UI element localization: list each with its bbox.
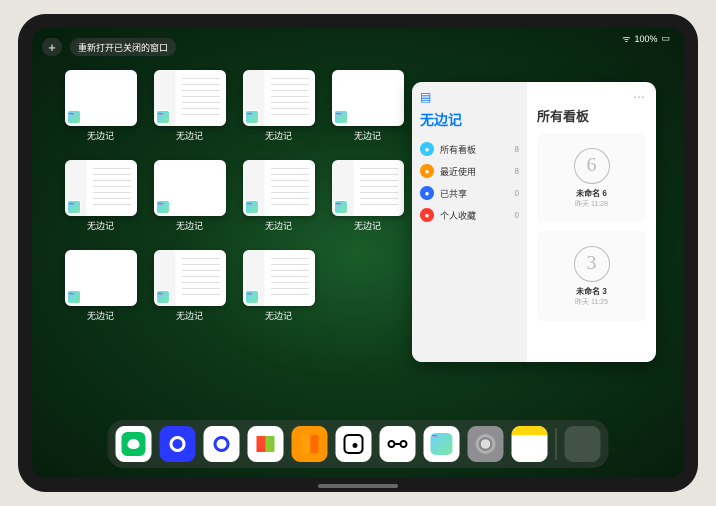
board-date: 昨天 11:28: [575, 199, 608, 209]
app-thumbnail: [154, 250, 226, 306]
sidebar-item-label: 所有看板: [440, 143, 476, 156]
dice-app-icon[interactable]: [336, 426, 372, 462]
freeform-app-icon[interactable]: [424, 426, 460, 462]
app-card[interactable]: 无边记: [64, 250, 137, 322]
app-label: 无边记: [265, 129, 292, 142]
app-badge-icon: [245, 110, 259, 124]
app-library-icon[interactable]: [565, 426, 601, 462]
app-label: 无边记: [176, 219, 203, 232]
app-thumbnail: [65, 160, 137, 216]
panel-right-title: 所有看板: [537, 106, 646, 125]
app-card[interactable]: 无边记: [331, 70, 404, 142]
app-label: 无边记: [176, 129, 203, 142]
app-badge-icon: [245, 290, 259, 304]
sidebar-item-count: 8: [515, 167, 519, 176]
panel-content: ⋯ 所有看板 6 未命名 6 昨天 11:283 未命名 3 昨天 11:25: [527, 82, 656, 362]
app-thumbnail: [243, 250, 315, 306]
app-thumbnail: [332, 160, 404, 216]
screen: ᯤ 100% ▭ + 重新打开已关闭的窗口 无边记 无边记 无边记 无边记 无边…: [32, 28, 684, 478]
quark-white-app-icon[interactable]: [204, 426, 240, 462]
board-sketch-icon: 6: [574, 148, 610, 184]
app-badge-icon: [334, 200, 348, 214]
app-card[interactable]: 无边记: [153, 70, 226, 142]
settings-app-icon[interactable]: [468, 426, 504, 462]
more-icon[interactable]: ⋯: [633, 90, 646, 104]
board-date: 昨天 11:25: [575, 297, 608, 307]
board-card[interactable]: 3 未命名 3 昨天 11:25: [537, 231, 646, 321]
app-card[interactable]: 无边记: [153, 250, 226, 322]
sidebar-item-label: 个人收藏: [440, 209, 476, 222]
app-badge-icon: [334, 110, 348, 124]
sidebar-item-icon: ●: [420, 186, 434, 200]
bowtie-app-icon[interactable]: [380, 426, 416, 462]
notes-app-icon[interactable]: [512, 426, 548, 462]
app-thumbnail: [154, 70, 226, 126]
sidebar-item-icon: ●: [420, 164, 434, 178]
app-card[interactable]: 无边记: [242, 250, 315, 322]
app-thumbnail: [65, 250, 137, 306]
board-card[interactable]: 6 未命名 6 昨天 11:28: [537, 133, 646, 223]
app-card[interactable]: 无边记: [242, 70, 315, 142]
app-thumbnail: [332, 70, 404, 126]
app-label: 无边记: [176, 309, 203, 322]
dock: [108, 420, 609, 468]
sidebar-item[interactable]: ● 所有看板 8: [420, 138, 519, 160]
sidebar-item[interactable]: ● 已共享 0: [420, 182, 519, 204]
sidebar-item[interactable]: ● 个人收藏 0: [420, 204, 519, 226]
app-card[interactable]: 无边记: [331, 160, 404, 232]
app-thumbnail: [65, 70, 137, 126]
sidebar-item-icon: ●: [420, 208, 434, 222]
board-sketch-icon: 3: [574, 246, 610, 282]
panel-sidebar: ▤ 无边记 ● 所有看板 8● 最近使用 8● 已共享 0● 个人收藏 0: [412, 82, 527, 362]
app-card[interactable]: 无边记: [64, 70, 137, 142]
sidebar-toggle-icon[interactable]: ▤: [420, 90, 519, 104]
sidebar-item-label: 最近使用: [440, 165, 476, 178]
app-thumbnail: [154, 160, 226, 216]
app-badge-icon: [67, 110, 81, 124]
app-label: 无边记: [354, 219, 381, 232]
app-badge-icon: [67, 200, 81, 214]
panel-sidebar-title: 无边记: [420, 110, 519, 130]
app-badge-icon: [67, 290, 81, 304]
app-label: 无边记: [87, 309, 114, 322]
app-card[interactable]: 无边记: [153, 160, 226, 232]
battery-icon: ▭: [661, 33, 670, 44]
board-name: 未命名 6: [576, 188, 607, 199]
sidebar-item[interactable]: ● 最近使用 8: [420, 160, 519, 182]
wechat-app-icon[interactable]: [116, 426, 152, 462]
freeform-panel: ▤ 无边记 ● 所有看板 8● 最近使用 8● 已共享 0● 个人收藏 0 ⋯ …: [412, 82, 656, 362]
app-card[interactable]: 无边记: [242, 160, 315, 232]
app-switcher: 无边记 无边记 无边记 无边记 无边记 无边记 无边记 无边记 无边记 无边记: [64, 70, 404, 322]
status-bar: ᯤ 100% ▭: [622, 32, 670, 45]
app-badge-icon: [156, 290, 170, 304]
app-label: 无边记: [87, 219, 114, 232]
wifi-icon: ᯤ: [622, 32, 630, 45]
app-label: 无边记: [354, 129, 381, 142]
app-badge-icon: [156, 110, 170, 124]
sidebar-item-count: 0: [515, 189, 519, 198]
app-label: 无边记: [265, 219, 292, 232]
dock-separator: [556, 428, 557, 460]
app-label: 无边记: [87, 129, 114, 142]
sidebar-item-count: 0: [515, 211, 519, 220]
app-badge-icon: [245, 200, 259, 214]
play-app-icon[interactable]: [248, 426, 284, 462]
add-button[interactable]: +: [42, 38, 62, 56]
app-thumbnail: [243, 160, 315, 216]
sidebar-item-icon: ●: [420, 142, 434, 156]
ipad-frame: ᯤ 100% ▭ + 重新打开已关闭的窗口 无边记 无边记 无边记 无边记 无边…: [18, 14, 698, 492]
sidebar-item-label: 已共享: [440, 187, 467, 200]
app-badge-icon: [156, 200, 170, 214]
app-label: 无边记: [265, 309, 292, 322]
home-indicator[interactable]: [318, 484, 398, 488]
reopen-closed-window-button[interactable]: 重新打开已关闭的窗口: [70, 38, 176, 56]
sidebar-item-count: 8: [515, 145, 519, 154]
battery-label: 100%: [634, 34, 657, 44]
app-thumbnail: [243, 70, 315, 126]
app-card[interactable]: 无边记: [64, 160, 137, 232]
books-app-icon[interactable]: [292, 426, 328, 462]
board-name: 未命名 3: [576, 286, 607, 297]
quark-blue-app-icon[interactable]: [160, 426, 196, 462]
